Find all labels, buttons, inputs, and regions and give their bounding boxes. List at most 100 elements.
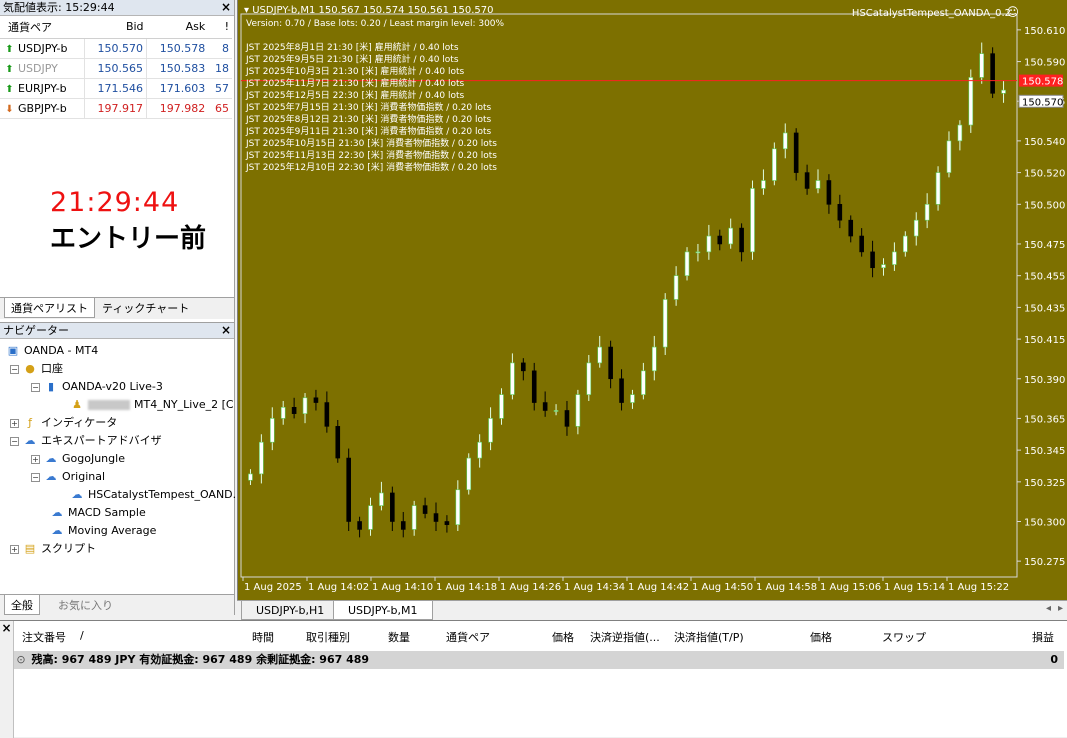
bear-candle bbox=[521, 362, 526, 372]
tree-scripts[interactable]: + ▤ スクリプト bbox=[10, 540, 96, 558]
symbol-name: USDJPY-b bbox=[18, 41, 68, 55]
bull-candle bbox=[411, 505, 417, 530]
tree-accounts[interactable]: − ● 口座 bbox=[10, 360, 63, 378]
account-icon: ♟ bbox=[72, 398, 82, 411]
quote-row[interactable]: ⬇ GBPJPY-b 197.917 197.982 65 bbox=[0, 98, 232, 119]
tree-ea[interactable]: ☁ HSCatalystTempest_OAND... bbox=[70, 486, 244, 504]
tree-indicators[interactable]: + ƒ インディケータ bbox=[10, 414, 117, 432]
col-symbol[interactable]: 通貨ペア bbox=[446, 629, 490, 645]
quote-row[interactable]: ⬆ EURJPY-b 171.546 171.603 57 bbox=[0, 78, 232, 99]
col-type[interactable]: 取引種別 bbox=[306, 629, 350, 645]
price-chart[interactable]: 150.610150.590150.565150.540150.520150.5… bbox=[237, 0, 1067, 600]
collapse-icon[interactable]: − bbox=[31, 472, 40, 482]
bull-candle bbox=[662, 299, 668, 348]
col-time[interactable]: 時間 bbox=[252, 629, 274, 645]
col-spread[interactable]: ! bbox=[208, 16, 232, 39]
tree-macd[interactable]: ☁ MACD Sample bbox=[50, 504, 146, 522]
tab-symbols[interactable]: 通貨ペアリスト bbox=[4, 298, 95, 318]
expand-icon[interactable]: + bbox=[10, 544, 19, 554]
collapse-icon[interactable]: − bbox=[31, 382, 40, 392]
quote-row[interactable]: ⬆ USDJPY-b 150.570 150.578 8 bbox=[0, 38, 232, 59]
bull-candle bbox=[968, 77, 974, 126]
tree-ma[interactable]: ☁ Moving Average bbox=[50, 522, 157, 540]
col-ask[interactable]: Ask bbox=[146, 16, 209, 39]
bear-candle bbox=[619, 378, 624, 403]
quotes-header: 通貨ペア Bid Ask ! bbox=[0, 16, 232, 39]
col-swap[interactable]: スワップ bbox=[882, 629, 926, 645]
blurred-account-number bbox=[88, 400, 130, 410]
bull-candle bbox=[684, 251, 690, 276]
arrow-up-icon: ⬆ bbox=[5, 63, 14, 75]
smiley-icon[interactable]: ☺ bbox=[1006, 5, 1019, 19]
close-icon[interactable]: × bbox=[221, 323, 231, 338]
chart-header-arrow-icon: ▾ bbox=[244, 5, 253, 16]
close-icon[interactable]: × bbox=[0, 621, 13, 635]
bear-candle bbox=[346, 457, 351, 522]
expert-icon: ☁ bbox=[24, 434, 36, 447]
col-profit[interactable]: 損益 bbox=[1032, 629, 1054, 645]
scroll-right-icon[interactable]: ▸ bbox=[1058, 603, 1063, 614]
bid-value: 150.570 bbox=[83, 38, 147, 59]
bear-candle bbox=[324, 402, 330, 427]
bull-candle bbox=[499, 394, 504, 419]
x-tick-label: 1 Aug 15:06 bbox=[820, 582, 881, 593]
terminal-side-bar: × bbox=[0, 621, 14, 738]
chart-header: ▾ USDJPY-b,M1 150.567 150.574 150.561 15… bbox=[244, 5, 494, 16]
col-symbol[interactable]: 通貨ペア bbox=[0, 16, 85, 39]
bull-candle bbox=[553, 410, 559, 412]
col-price2[interactable]: 価格 bbox=[810, 629, 832, 645]
col-sl[interactable]: 決済逆指値(... bbox=[590, 629, 660, 645]
terminal-panel: × 注文番号 / 時間 取引種別 数量 通貨ペア 価格 決済逆指値(... 決済… bbox=[0, 620, 1067, 738]
bull-candle bbox=[913, 219, 919, 237]
expand-icon[interactable]: + bbox=[31, 454, 40, 464]
bear-candle bbox=[400, 521, 406, 530]
col-tp[interactable]: 決済指値(T/P) bbox=[674, 629, 744, 645]
y-tick-label: 150.415 bbox=[1024, 335, 1065, 346]
bull-candle bbox=[630, 394, 635, 403]
spread-value: 8 bbox=[208, 38, 232, 59]
tab-chart-m1[interactable]: USDJPY-b,M1 bbox=[333, 601, 433, 620]
tree-experts[interactable]: − ☁ エキスパートアドバイザ bbox=[10, 432, 162, 450]
y-tick-label: 150.590 bbox=[1024, 58, 1065, 69]
tab-tick-chart[interactable]: ティックチャート bbox=[96, 298, 195, 318]
tab-favorites[interactable]: お気に入り bbox=[52, 595, 119, 615]
bear-candle bbox=[313, 397, 319, 403]
bull-candle bbox=[957, 124, 963, 142]
tree-original[interactable]: − ☁ Original bbox=[31, 468, 105, 486]
col-bid[interactable]: Bid bbox=[84, 16, 147, 39]
bear-candle bbox=[444, 521, 450, 525]
y-tick-label: 150.390 bbox=[1024, 375, 1065, 386]
navigator-panel: ナビゲーター × ▣ OANDA - MT4 − ● 口座 − ▮ OANDA-v20 L… bbox=[0, 322, 243, 616]
bear-candle bbox=[422, 505, 428, 514]
col-sort[interactable]: / bbox=[80, 629, 84, 642]
bear-candle bbox=[717, 235, 723, 245]
tab-chart-h1[interactable]: USDJPY-b,H1 bbox=[241, 601, 340, 620]
collapse-icon[interactable]: − bbox=[10, 364, 19, 374]
col-order[interactable]: 注文番号 bbox=[22, 629, 66, 645]
tree-macd-label: MACD Sample bbox=[68, 506, 146, 519]
bear-candle bbox=[739, 227, 744, 253]
tree-server-label: OANDA-v20 Live-3 bbox=[62, 380, 163, 393]
col-price[interactable]: 価格 bbox=[552, 629, 574, 645]
x-tick-label: 1 Aug 2025 bbox=[244, 582, 302, 593]
quote-row[interactable]: ⬆ USDJPY 150.565 150.583 18 bbox=[0, 58, 232, 79]
x-tick-label: 1 Aug 15:14 bbox=[884, 582, 945, 593]
tree-root[interactable]: ▣ OANDA - MT4 bbox=[6, 342, 98, 360]
bear-candle bbox=[859, 235, 864, 253]
tree-original-label: Original bbox=[62, 470, 106, 483]
expand-icon[interactable]: + bbox=[10, 418, 19, 428]
close-icon[interactable]: × bbox=[221, 0, 231, 15]
collapse-icon[interactable]: − bbox=[10, 436, 19, 446]
bear-candle bbox=[837, 204, 843, 221]
tree-account[interactable]: ♟ MT4_NY_Live_2 [C bbox=[70, 396, 234, 414]
tab-all[interactable]: 全般 bbox=[4, 595, 40, 615]
bull-candle bbox=[673, 275, 679, 300]
scroll-left-icon[interactable]: ◂ bbox=[1046, 603, 1051, 614]
col-size[interactable]: 数量 bbox=[388, 629, 410, 645]
navigator-title-bar: ナビゲーター × bbox=[0, 323, 234, 339]
tree-server[interactable]: − ▮ OANDA-v20 Live-3 bbox=[31, 378, 163, 396]
bull-candle bbox=[259, 441, 264, 475]
arrow-up-icon: ⬆ bbox=[5, 83, 14, 95]
balance-text: 残高: 967 489 JPY 有効証拠金: 967 489 余剰証拠金: 96… bbox=[31, 653, 370, 666]
tree-gogojungle[interactable]: + ☁ GogoJungle bbox=[31, 450, 125, 468]
